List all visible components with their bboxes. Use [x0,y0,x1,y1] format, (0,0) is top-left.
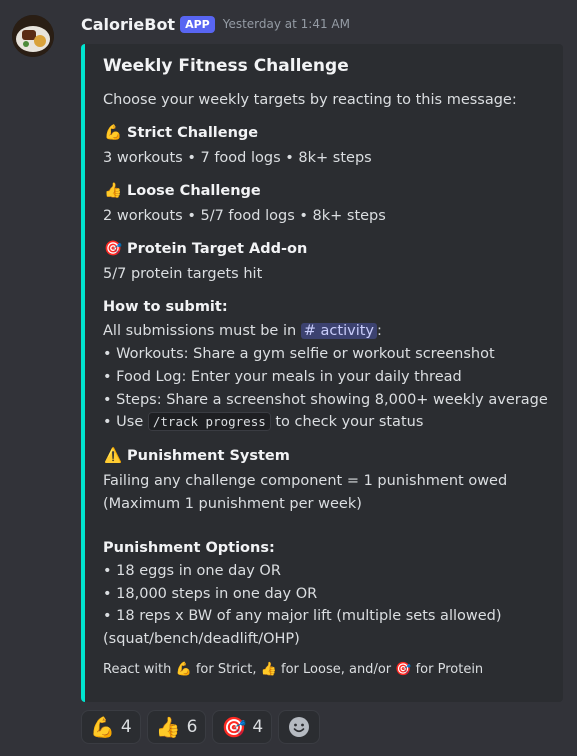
thumbs-up-icon: 👍 [103,183,123,199]
submit-heading: How to submit: [103,299,228,315]
challenge-embed: Weekly Fitness Challenge Choose your wee… [81,44,563,702]
punishment-option: • 18 reps x BW of any major lift (multip… [103,608,502,624]
reaction-count: 6 [186,717,198,737]
punishment-line: (Maximum 1 punishment per week) [103,496,362,512]
reaction-bar: 💪 4 👍 6 🎯 4 [81,710,321,744]
strict-challenge-desc: 3 workouts • 7 food logs • 8k+ steps [103,150,372,166]
smiley-add-reaction-icon [289,717,310,737]
reaction-count: 4 [120,717,132,737]
punishment-option: • 18,000 steps in one day OR [103,586,318,602]
embed-title: Weekly Fitness Challenge [103,56,349,76]
protein-addon-desc: 5/7 protein targets hit [103,266,263,282]
submit-item: • Steps: Share a screenshot showing 8,00… [103,392,548,408]
submit-item: • Food Log: Enter your meals in your dai… [103,369,462,385]
direct-hit-icon: 🎯 [103,241,123,257]
direct-hit-icon: 🎯 [221,715,247,739]
warning-icon: ⚠️ [103,448,123,464]
bot-avatar[interactable] [12,15,54,57]
submit-item-command: • Use /track progress to check your stat… [103,412,424,431]
bot-name[interactable]: CalorieBot [81,15,175,34]
punishment-heading: ⚠️ Punishment System [103,448,290,464]
thumbs-up-icon: 👍 [155,715,181,739]
punishment-option: • 18 eggs in one day OR [103,563,281,579]
reaction-strict[interactable]: 💪 4 [81,710,141,744]
submit-intro: All submissions must be in # activity: [103,323,382,339]
reaction-protein[interactable]: 🎯 4 [212,710,273,744]
app-badge: APP [180,15,215,33]
embed-footer: React with 💪 for Strict, 👍 for Loose, an… [103,662,484,677]
message-timestamp: Yesterday at 1:41 AM [222,17,350,31]
reaction-count: 4 [252,717,264,737]
punishment-line: Failing any challenge component = 1 puni… [103,473,508,489]
direct-hit-icon: 🎯 [395,662,412,677]
track-progress-command: /track progress [147,412,271,431]
punishment-options-heading: Punishment Options: [103,540,275,556]
strict-challenge-heading: 💪 Strict Challenge [103,125,259,141]
flexed-biceps-icon: 💪 [90,715,115,739]
food-plate-icon [12,15,54,57]
flexed-biceps-icon: 💪 [175,662,192,677]
message-header: CalorieBot APP Yesterday at 1:41 AM [81,13,350,35]
flexed-biceps-icon: 💪 [103,125,123,141]
embed-intro: Choose your weekly targets by reacting t… [103,92,517,108]
submit-item: • Workouts: Share a gym selfie or workou… [103,346,495,362]
thumbs-up-icon: 👍 [260,662,277,677]
punishment-option: (squat/bench/deadlift/OHP) [103,631,300,647]
protein-addon-heading: 🎯 Protein Target Add-on [103,241,308,257]
activity-channel-link[interactable]: # activity [300,323,377,339]
add-reaction-button[interactable] [278,710,321,744]
reaction-loose[interactable]: 👍 6 [146,710,207,744]
loose-challenge-heading: 👍 Loose Challenge [103,183,261,199]
loose-challenge-desc: 2 workouts • 5/7 food logs • 8k+ steps [103,208,386,224]
